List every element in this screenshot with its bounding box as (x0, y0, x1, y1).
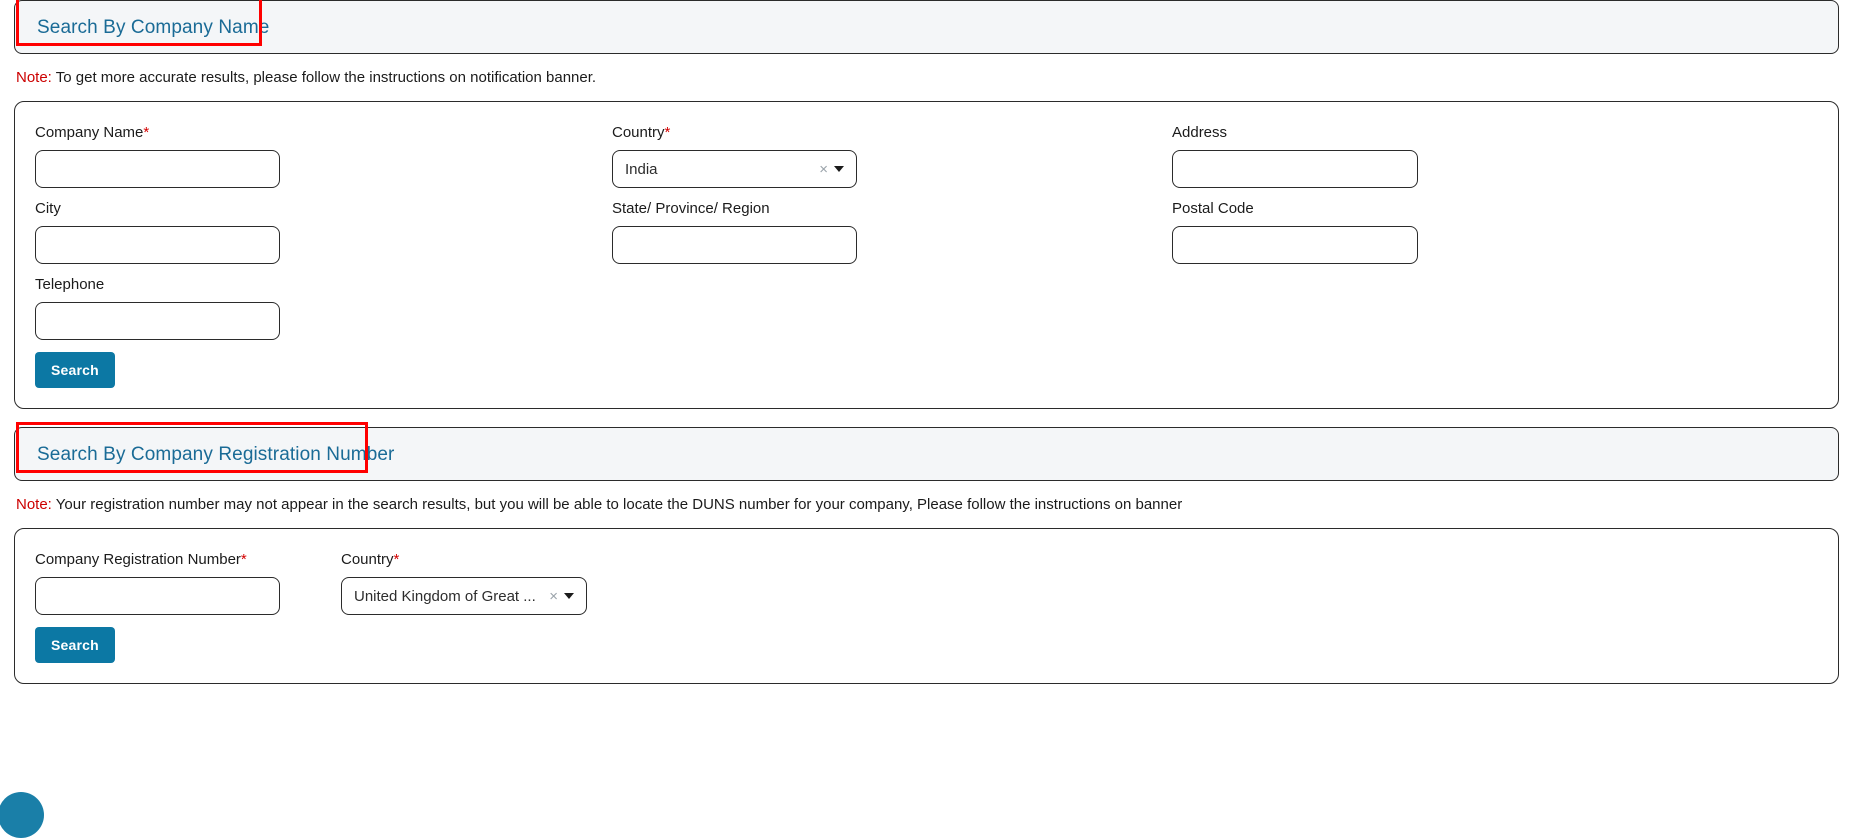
select-country-registration[interactable]: United Kingdom of Great ... × (341, 577, 587, 615)
field-postal-code: Postal Code (1172, 200, 1818, 264)
field-company-registration-number: Company Registration Number* Search (35, 551, 341, 663)
section-header-company-name: Search By Company Name (14, 0, 1839, 54)
input-postal-code[interactable] (1172, 226, 1418, 264)
input-company-name[interactable] (35, 150, 280, 188)
input-company-registration-number[interactable] (35, 577, 280, 615)
note-text: Your registration number may not appear … (51, 496, 1183, 513)
field-country-registration: Country* United Kingdom of Great ... × (341, 551, 1818, 663)
select-country[interactable]: India × (612, 150, 857, 188)
label-address: Address (1172, 124, 1228, 141)
company-name-form-grid: Company Name* Country* India × Address C… (35, 124, 1818, 388)
note-label: Note: (16, 69, 52, 86)
label-country-text: Country (612, 124, 665, 141)
registration-number-form-grid: Company Registration Number* Search Coun… (35, 551, 1818, 663)
label-company-registration-number: Company Registration Number* (35, 551, 321, 569)
registration-number-form-panel: Company Registration Number* Search Coun… (14, 528, 1839, 684)
search-button-registration-number[interactable]: Search (35, 627, 115, 663)
note-text: To get more accurate results, please fol… (51, 69, 597, 86)
label-telephone: Telephone (35, 276, 105, 293)
input-address[interactable] (1172, 150, 1418, 188)
note-label: Note: (16, 496, 52, 513)
company-name-form-panel: Company Name* Country* India × Address C… (14, 101, 1839, 409)
label-state-province-region: State/ Province/ Region (612, 200, 770, 217)
required-asterisk: * (393, 551, 400, 568)
select-country-value: India (625, 160, 658, 178)
chat-widget-button[interactable] (0, 792, 44, 838)
select-country-registration-value: United Kingdom of Great ... (354, 587, 536, 605)
label-postal-code: Postal Code (1172, 200, 1254, 217)
field-company-name: Company Name* (35, 124, 612, 188)
label-country-registration-text: Country (341, 551, 394, 568)
field-city: City (35, 200, 612, 264)
label-company-name-text: Company Name (35, 124, 144, 141)
clear-icon[interactable]: × (543, 589, 564, 604)
field-address: Address (1172, 124, 1818, 188)
field-country: Country* India × (612, 124, 1172, 188)
note-company-name: Note: To get more accurate results, plea… (16, 69, 1849, 87)
required-asterisk: * (664, 124, 671, 141)
note-registration-number: Note: Your registration number may not a… (16, 496, 1849, 514)
required-asterisk: * (143, 124, 150, 141)
input-city[interactable] (35, 226, 280, 264)
clear-icon[interactable]: × (813, 162, 834, 177)
label-city: City (35, 200, 61, 217)
label-country: Country* (612, 124, 1152, 142)
label-company-registration-number-text: Company Registration Number (35, 551, 241, 568)
chevron-down-icon[interactable] (564, 593, 574, 599)
section-header-registration-number: Search By Company Registration Number (14, 422, 1839, 481)
label-country-registration: Country* (341, 551, 1798, 569)
required-asterisk: * (240, 551, 247, 568)
section-title-registration-number: Search By Company Registration Number (37, 443, 395, 465)
input-telephone[interactable] (35, 302, 280, 340)
chevron-down-icon[interactable] (834, 166, 844, 172)
section-title-company-name: Search By Company Name (37, 16, 270, 38)
search-button-company-name[interactable]: Search (35, 352, 115, 388)
company-search-page: Search By Company Name Note: To get more… (0, 0, 1849, 838)
input-state-province-region[interactable] (612, 226, 857, 264)
field-state-province-region: State/ Province/ Region (612, 200, 1172, 264)
field-telephone: Telephone Search (35, 276, 612, 388)
label-company-name: Company Name* (35, 124, 592, 142)
